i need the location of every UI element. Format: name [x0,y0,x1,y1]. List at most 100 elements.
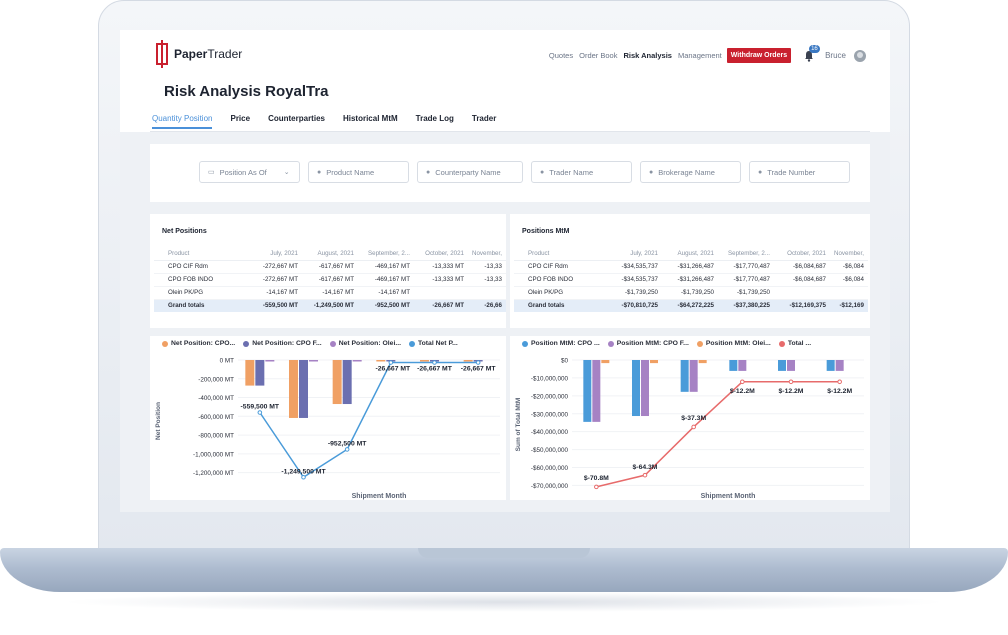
legend-label: Total ... [787,340,812,347]
net-position-chart-panel: Net Position: CPO... Net Position: CPO F… [150,336,506,500]
nav-management[interactable]: Management [677,51,723,60]
laptop-shadow [60,592,948,612]
tab-counterparties[interactable]: Counterparties [268,114,325,129]
avatar[interactable] [854,49,866,62]
column-header[interactable]: October, 2021 [774,247,830,261]
withdraw-orders-button[interactable]: Withdraw Orders [726,48,792,63]
column-header[interactable]: November, [830,247,868,261]
cell: -$17,770,487 [718,273,774,287]
tab-trader[interactable]: Trader [472,114,496,129]
tag-icon: ● [540,168,545,176]
y-tick-label: -$60,000,000 [531,465,569,472]
tab-price[interactable]: Price [230,114,250,129]
logo-text: PaperTrader [174,47,243,61]
trade-number-label: Trade Number [767,167,816,177]
legend-item[interactable]: Net Position: CPO F... [243,340,322,347]
cell: -$1,739,250 [606,286,662,300]
table-row[interactable]: CPO FOB INDO -$34,535,737 -$31,266,487 -$17… [514,273,868,287]
line-point [301,474,306,480]
bar [583,360,592,422]
cell [414,286,468,300]
column-header[interactable]: November, [468,247,506,261]
line-point [594,484,599,490]
cell: -$31,266,487 [662,260,718,274]
legend-label: Net Position: Olei... [338,340,401,347]
y-tick-label: -$20,000,000 [531,393,569,400]
user-name[interactable]: Bruce [825,51,846,60]
legend-item[interactable]: Total Net P... [409,340,458,347]
cell: -26,66 [468,299,506,312]
cell: -13,33 [468,273,506,287]
logo[interactable]: PaperTrader [156,40,243,68]
net-positions-panel: Net Positions Product July, 2021 August,… [150,214,506,328]
product-name-filter[interactable]: ● Product Name [308,161,409,183]
column-header[interactable]: Product [154,247,246,261]
legend-item[interactable]: Position MtM: CPO ... [522,340,600,347]
column-header[interactable]: Product [514,247,606,261]
y-tick-label: -600,000 MT [198,414,234,421]
legend-item[interactable]: Total ... [778,340,812,347]
cell: -$6,084,687 [774,260,830,274]
legend-item[interactable]: Position MtM: CPO F... [607,340,689,347]
bar [632,360,640,417]
counterparty-name-label: Counterparty Name [435,167,501,177]
nav-quotes[interactable]: Quotes [548,51,574,60]
column-header[interactable]: October, 2021 [414,247,468,261]
nav-risk-analysis[interactable]: Risk Analysis [622,51,673,60]
position-as-of-label: Position As Of [219,167,267,177]
position-as-of-select[interactable]: ▭ Position As Of ⌄ [199,161,300,183]
tab-trade-log[interactable]: Trade Log [416,114,454,129]
cell: -14,167 MT [302,286,358,300]
table-row[interactable]: CPO CIF Rdm -272,667 MT -617,667 MT -469,16… [154,260,506,274]
cell: -617,667 MT [302,260,358,274]
cell: -14,167 MT [246,286,302,300]
notification-bell-icon[interactable]: 16 [803,44,820,62]
nav-order-book[interactable]: Order Book [578,51,618,60]
mtm-chart-panel: Position MtM: CPO ... Position MtM: CPO … [510,336,870,500]
grand-totals-row[interactable]: Grand totals -559,500 MT -1,249,500 MT -952… [154,299,506,312]
tab-quantity-position[interactable]: Quantity Position [152,114,213,129]
legend-item[interactable]: Net Position: CPO... [162,340,235,347]
tab-bar: Quantity Position Price Counterparties H… [152,114,496,129]
bar [299,360,308,418]
net-positions-table: Product July, 2021 August, 2021 Septembe… [154,247,506,312]
y-tick-label: $0 [561,358,569,365]
table-row[interactable]: Olein PK/PG -$1,739,250 -$1,739,250 -$1,739… [514,286,868,300]
trade-number-filter[interactable]: ● Trade Number [749,161,850,183]
cell: -$1,739,250 [662,286,718,300]
data-label: $-12.2M [827,388,852,395]
data-label: -26,667 MT [417,366,453,373]
bar [592,360,601,422]
legend-item[interactable]: Position MtM: Olei... [696,340,771,347]
bar [342,360,352,405]
legend-swatch [409,340,415,347]
column-header[interactable]: July, 2021 [606,247,662,261]
tab-historical-mtm[interactable]: Historical MtM [343,114,398,129]
column-header[interactable]: July, 2021 [246,247,302,261]
column-header[interactable]: August, 2021 [662,247,718,261]
bar [352,360,362,362]
legend-swatch [607,340,614,347]
tag-icon: ● [426,168,431,176]
table-row[interactable]: CPO CIF Rdm -$34,535,737 -$31,266,487 -$17,… [514,260,868,274]
table-row[interactable]: Olein PK/PG -14,167 MT -14,167 MT -14,167 M… [154,286,506,300]
grand-totals-row[interactable]: Grand totals -$70,810,725 -$64,272,225 -$37… [514,299,868,312]
bar [826,360,835,371]
line-point [475,360,481,365]
y-tick-label: -200,000 MT [198,376,234,383]
legend-item[interactable]: Net Position: Olei... [329,340,401,347]
cell: -$34,535,737 [606,260,662,274]
brokerage-name-label: Brokerage Name [658,167,715,177]
logo-icon [156,40,168,68]
column-header[interactable]: September, 2... [718,247,774,261]
brokerage-name-filter[interactable]: ● Brokerage Name [640,161,741,183]
table-row[interactable]: CPO FOB INDO -272,667 MT -617,667 MT -469,1… [154,273,506,287]
filter-bar: ▭ Position As Of ⌄ ● Product Name ● Coun… [150,144,870,202]
column-header[interactable]: August, 2021 [302,247,358,261]
counterparty-name-filter[interactable]: ● Counterparty Name [417,161,523,183]
cell: CPO FOB INDO [154,273,246,287]
trader-name-filter[interactable]: ● Trader Name [531,161,632,183]
cell: -26,667 MT [414,299,468,312]
column-header[interactable]: September, 2... [358,247,414,261]
cell: -469,167 MT [358,260,414,274]
